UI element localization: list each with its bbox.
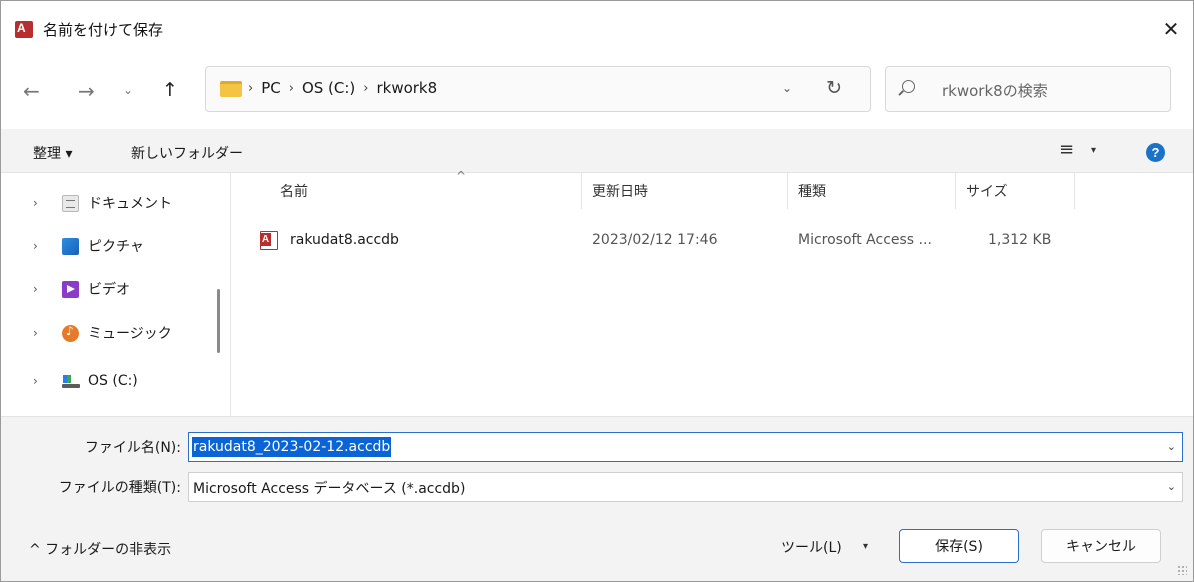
new-folder-button[interactable]: 新しいフォルダー (131, 143, 243, 163)
chevron-right-icon[interactable]: › (33, 326, 38, 340)
file-name: rakudat8.accdb (290, 232, 399, 248)
sidebar-item-label: OS (C:) (88, 373, 138, 389)
sidebar-item-videos[interactable]: › ビデオ (1, 271, 211, 307)
sidebar-scrollbar[interactable] (217, 289, 220, 353)
filename-value[interactable]: rakudat8_2023-02-12.accdb (192, 437, 392, 457)
file-list: ^ 名前 更新日時 種類 サイズ rakudat8.accdb 2023/02/… (232, 169, 1193, 416)
file-type: Microsoft Access ... (798, 232, 932, 248)
drive-icon (62, 373, 80, 390)
organize-button[interactable]: 整理 ▾ (33, 143, 72, 163)
cancel-button[interactable]: キャンセル (1041, 529, 1161, 563)
column-header-type[interactable]: 種類 (798, 173, 826, 209)
navigation-pane: › ドキュメント › ピクチャ › ビデオ › ミュージック › (1, 173, 231, 416)
filename-field[interactable]: rakudat8_2023-02-12.accdb ⌄ (188, 432, 1183, 462)
close-icon: ✕ (1162, 17, 1180, 41)
save-as-dialog: 名前を付けて保存 ✕ ← → ⌄ ↑ › PC › OS (C:) › rkwo… (0, 0, 1194, 582)
breadcrumb-separator: › (288, 80, 294, 96)
hide-folders-button[interactable]: ^ フォルダーの非表示 (29, 539, 171, 559)
back-button[interactable]: ← (23, 79, 40, 103)
column-divider[interactable] (955, 173, 956, 209)
column-header-size[interactable]: サイズ (966, 173, 1008, 209)
videos-icon (62, 280, 79, 298)
save-button[interactable]: 保存(S) (899, 529, 1019, 563)
documents-icon (62, 194, 79, 212)
breadcrumb-separator: › (248, 80, 254, 96)
save-form: ファイル名(N): rakudat8_2023-02-12.accdb ⌄ ファ… (1, 416, 1193, 508)
sidebar-item-label: ピクチャ (88, 239, 144, 255)
breadcrumb: › PC › OS (C:) › rkwork8 (248, 79, 437, 97)
tools-button[interactable]: ツール(L) (781, 537, 842, 557)
column-divider[interactable] (787, 173, 788, 209)
access-app-icon (15, 21, 33, 38)
column-divider[interactable] (581, 173, 582, 209)
sort-ascending-icon: ^ (456, 169, 467, 183)
sidebar-item-music[interactable]: › ミュージック (1, 315, 211, 351)
chevron-right-icon[interactable]: › (33, 196, 38, 210)
breadcrumb-folder[interactable]: rkwork8 (376, 79, 437, 97)
up-folder-button[interactable]: ↑ (162, 79, 178, 101)
search-icon (902, 80, 915, 93)
refresh-icon[interactable]: ↻ (826, 77, 842, 99)
recent-locations-button[interactable]: ⌄ (123, 83, 133, 97)
sidebar-item-label: ミュージック (88, 326, 172, 342)
forward-button[interactable]: → (78, 79, 95, 103)
file-row[interactable]: rakudat8.accdb 2023/02/12 17:46 Microsof… (232, 225, 1193, 257)
column-divider[interactable] (1074, 173, 1075, 209)
filetype-label: ファイルの種類(T): (58, 480, 181, 496)
file-modified: 2023/02/12 17:46 (592, 232, 718, 248)
tools-dropdown-icon[interactable]: ▾ (863, 541, 868, 552)
view-options-icon[interactable]: ≡ (1059, 139, 1074, 160)
sidebar-item-drive[interactable]: › OS (C:) (1, 363, 211, 399)
column-header-name[interactable]: 名前 (280, 173, 308, 209)
sidebar-item-pictures[interactable]: › ピクチャ (1, 228, 211, 264)
search-placeholder: rkwork8の検索 (942, 82, 1048, 100)
close-button[interactable]: ✕ (1149, 1, 1193, 57)
breadcrumb-separator: › (363, 80, 369, 96)
chevron-down-icon[interactable]: ⌄ (1167, 440, 1176, 453)
music-icon (62, 324, 79, 342)
help-icon[interactable]: ? (1146, 143, 1165, 162)
view-dropdown-icon[interactable]: ▾ (1091, 145, 1096, 156)
chevron-right-icon[interactable]: › (33, 282, 38, 296)
access-file-icon (260, 231, 278, 250)
title-bar: 名前を付けて保存 ✕ (1, 1, 1193, 57)
chevron-right-icon[interactable]: › (33, 239, 38, 253)
breadcrumb-drive[interactable]: OS (C:) (302, 79, 355, 97)
folder-icon (220, 81, 242, 97)
sidebar-item-label: ドキュメント (88, 196, 172, 212)
address-dropdown-icon[interactable]: ⌄ (782, 81, 792, 95)
file-size: 1,312 KB (988, 232, 1052, 248)
search-input[interactable]: rkwork8の検索 (885, 66, 1171, 112)
column-header-modified[interactable]: 更新日時 (592, 173, 648, 209)
sidebar-item-label: ビデオ (88, 282, 130, 298)
filename-label: ファイル名(N): (84, 440, 181, 456)
resize-grip[interactable] (1177, 565, 1187, 575)
address-bar[interactable]: › PC › OS (C:) › rkwork8 ⌄ ↻ (205, 66, 871, 112)
chevron-right-icon[interactable]: › (33, 374, 38, 388)
breadcrumb-pc[interactable]: PC (261, 79, 281, 97)
content-area: › ドキュメント › ピクチャ › ビデオ › ミュージック › (1, 169, 1193, 416)
filetype-value: Microsoft Access データベース (*.accdb) (193, 481, 466, 497)
command-bar: 整理 ▾ 新しいフォルダー ≡ ▾ ? (1, 129, 1193, 173)
chevron-down-icon[interactable]: ⌄ (1167, 480, 1176, 493)
pictures-icon (62, 237, 79, 255)
dialog-footer: ^ フォルダーの非表示 ツール(L) ▾ 保存(S) キャンセル (1, 508, 1193, 581)
navigation-bar: ← → ⌄ ↑ › PC › OS (C:) › rkwork8 ⌄ ↻ rkw… (1, 57, 1193, 129)
filetype-select[interactable]: Microsoft Access データベース (*.accdb) ⌄ (188, 472, 1183, 502)
dialog-title: 名前を付けて保存 (43, 21, 164, 39)
sidebar-item-documents[interactable]: › ドキュメント (1, 185, 211, 221)
